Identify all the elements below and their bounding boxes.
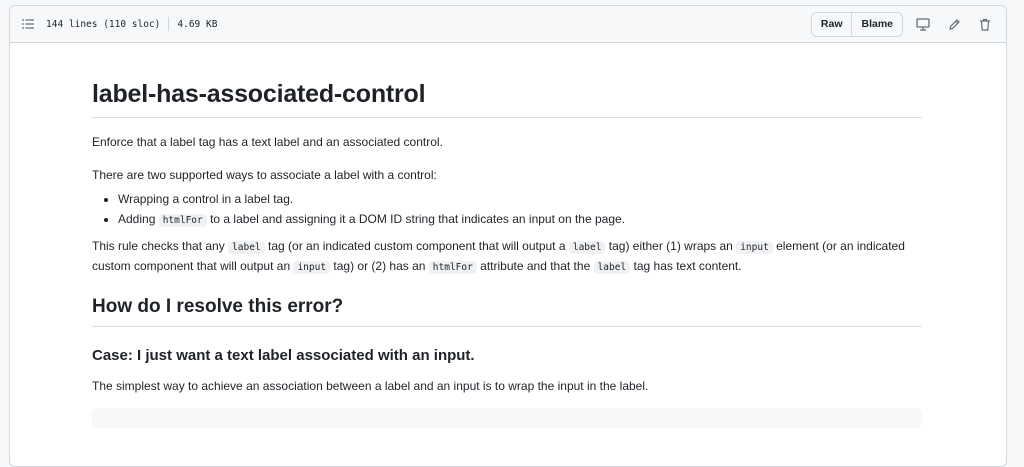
ways-paragraph: There are two supported ways to associat… (92, 168, 437, 182)
trash-icon[interactable] (974, 13, 996, 35)
rule-paragraph: This rule checks that any label tag (or … (92, 237, 922, 277)
raw-blame-group: Raw Blame (810, 11, 903, 37)
section-heading: How do I resolve this error? (92, 295, 922, 327)
desktop-icon[interactable] (912, 13, 934, 35)
inline-code: label (568, 241, 606, 254)
inline-code: input (736, 241, 773, 254)
markdown-body: label-has-associated-control Enforce tha… (92, 79, 922, 428)
ways-list: Wrapping a control in a label tag. Addin… (92, 190, 922, 230)
inline-code: input (293, 261, 331, 274)
file-actions: Raw Blame (810, 11, 996, 37)
page-title: label-has-associated-control (92, 79, 922, 118)
bullet-text: to a label and assigning it a DOM ID str… (206, 212, 626, 226)
lines-count: 144 lines (110 sloc) (46, 18, 161, 30)
file-viewer: 144 lines (110 sloc) 4.69 KB Raw Blame l… (9, 5, 1007, 467)
subsection-heading: Case: I just want a text label associate… (92, 347, 475, 364)
rule-text: attribute and that the (476, 259, 594, 273)
list-item: Wrapping a control in a label tag. (118, 190, 922, 208)
file-header: 144 lines (110 sloc) 4.69 KB Raw Blame (10, 6, 1006, 43)
simplest-paragraph: The simplest way to achieve an associati… (92, 379, 649, 393)
inline-code: htmlFor (428, 261, 477, 274)
code-block (92, 408, 922, 428)
raw-button[interactable]: Raw (811, 12, 852, 36)
header-divider (168, 17, 170, 31)
inline-code: htmlFor (158, 214, 207, 227)
list-lines-icon[interactable] (22, 16, 38, 32)
pencil-icon[interactable] (943, 13, 965, 35)
rule-text: tag) or (2) has an (330, 259, 429, 273)
rule-text: This rule checks that any (92, 239, 229, 253)
rule-text: tag) either (1) wraps an (605, 239, 737, 253)
list-item: Adding htmlFor to a label and assigning … (118, 210, 922, 230)
inline-code: label (228, 241, 265, 254)
file-size: 4.69 KB (177, 18, 218, 30)
file-info: 144 lines (110 sloc) 4.69 KB (22, 16, 217, 32)
inline-code: label (593, 261, 631, 274)
bullet-text: Adding (118, 212, 159, 226)
rule-text: tag (or an indicated custom component th… (264, 239, 569, 253)
rule-text: tag has text content. (630, 259, 742, 273)
intro-paragraph: Enforce that a label tag has a text labe… (92, 135, 443, 149)
blame-button[interactable]: Blame (851, 12, 902, 36)
